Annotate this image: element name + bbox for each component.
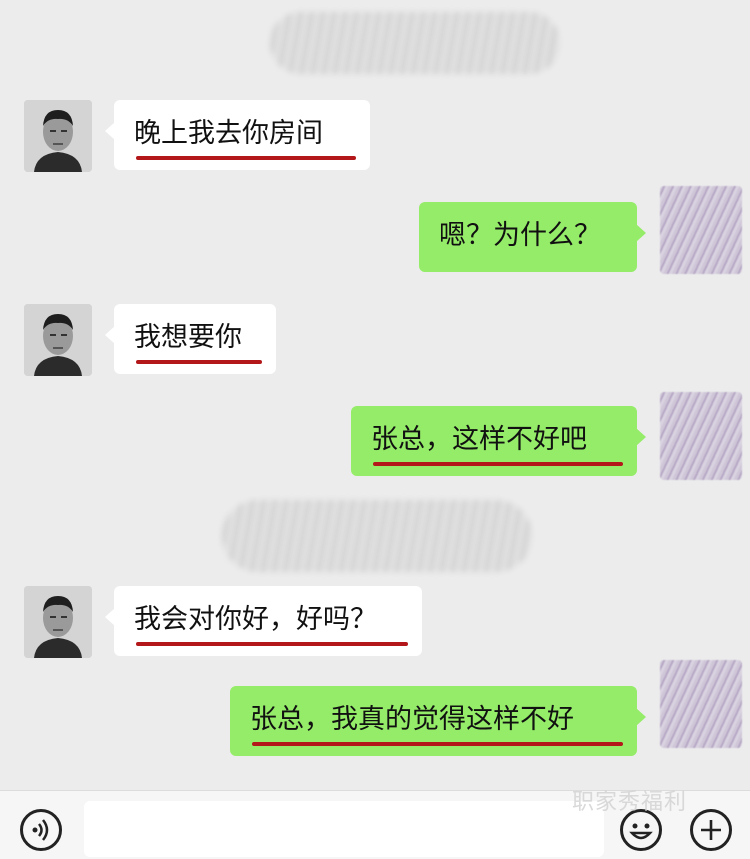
contact-avatar[interactable] [24, 304, 92, 376]
red-underline-annotation [252, 742, 623, 746]
message-text: 张总，我真的觉得这样不好 [250, 704, 574, 735]
message-bubble-outgoing[interactable]: 张总，这样不好吧 [351, 406, 646, 476]
red-underline-annotation [373, 462, 623, 466]
redacted-timestamp [222, 500, 532, 572]
message-bubble-outgoing[interactable]: 张总，我真的觉得这样不好 [230, 686, 646, 756]
plus-icon[interactable] [690, 809, 732, 851]
message-text: 张总，这样不好吧 [371, 424, 587, 455]
redacted-timestamp [270, 12, 560, 74]
red-underline-annotation [136, 360, 262, 364]
message-input[interactable] [84, 801, 604, 857]
message-text: 我会对你好，好吗？ [134, 604, 377, 635]
red-underline-annotation [136, 642, 408, 646]
message-bubble-incoming[interactable]: 我想要你 [105, 304, 276, 374]
voice-icon[interactable] [20, 809, 62, 851]
my-avatar-redacted[interactable] [660, 186, 742, 274]
message-bubble-incoming[interactable]: 晚上我去你房间 [105, 100, 370, 170]
my-avatar-redacted[interactable] [660, 392, 742, 480]
watermark-text: 职家秀福利 [572, 790, 688, 815]
contact-avatar[interactable] [24, 100, 92, 172]
message-text: 嗯？为什么？ [439, 220, 601, 251]
message-text: 我想要你 [134, 322, 242, 353]
chat-area: 晚上我去你房间 嗯？为什么？ 我想要你 张总，这样不好吧 我会对你好，好吗？ 张… [0, 0, 750, 790]
message-text: 晚上我去你房间 [134, 118, 323, 149]
my-avatar-redacted[interactable] [660, 660, 742, 748]
red-underline-annotation [136, 156, 356, 160]
contact-avatar[interactable] [24, 586, 92, 658]
message-bubble-incoming[interactable]: 我会对你好，好吗？ [105, 586, 422, 656]
message-bubble-outgoing[interactable]: 嗯？为什么？ [419, 202, 646, 272]
